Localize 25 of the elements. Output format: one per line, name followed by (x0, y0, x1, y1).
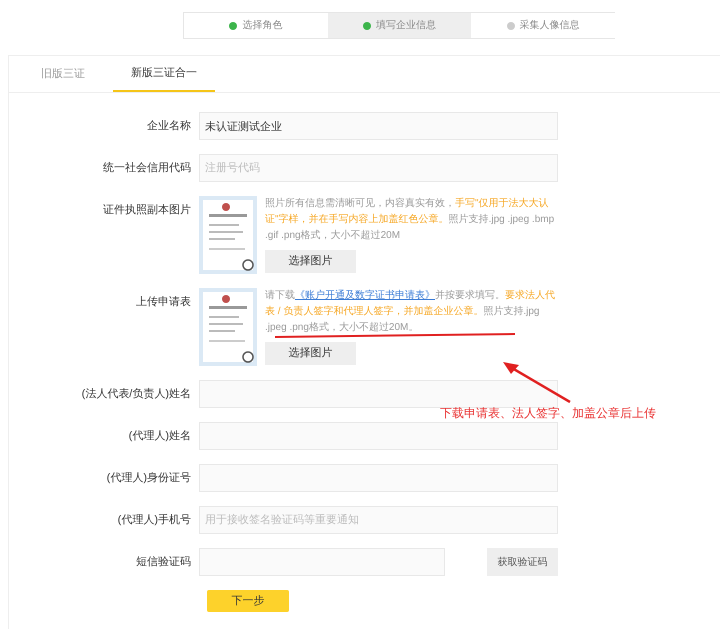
step: 采集人像信息 (471, 12, 616, 39)
step: 填写企业信息 (328, 12, 472, 39)
upload-hint: 照片所有信息需清晰可见，内容真实有效，手写"仅用于法大大认证"字样，并在手写内容上加盖红色公章。照片支持.jpg .jpeg .bmp .gif .png格式，大小不超过20M (265, 196, 556, 243)
template-link[interactable]: 《账户开通及数字证书申请表》 (295, 290, 435, 301)
get-code-button[interactable]: 获取验证码 (487, 548, 558, 576)
tab[interactable]: 新版三证合一 (113, 56, 215, 92)
annotation-text: 下载申请表、法人签字、加盖公章后上传 (440, 405, 656, 422)
field-label: (代理人)姓名 (128, 429, 192, 444)
step: 选择角色 (183, 12, 328, 39)
field-label: (法人代表/负责人)姓名 (80, 386, 192, 402)
field-label: 短信验证码 (135, 555, 192, 570)
input-field[interactable]: 用于接收签名验证码等重要通知 (199, 506, 558, 534)
input-field[interactable] (199, 380, 558, 408)
field-label: 证件执照副本图片 (102, 203, 192, 218)
field-label: 上传申请表 (135, 295, 192, 310)
input-field[interactable]: 未认证测试企业 (199, 112, 558, 140)
input-field[interactable]: 注册号代码 (199, 154, 558, 182)
field-label: 统一社会信用代码 (102, 160, 192, 176)
upload-hint: 请下载《账户开通及数字证书申请表》并按要求填写。要求法人代表 / 负责人签字和代理人签字，并加盖企业公章。照片支持.jpg .jpeg .png格式，大小不超过20M。 (265, 288, 556, 335)
next-button[interactable]: 下一步 (207, 590, 289, 612)
field-label: 企业名称 (146, 119, 192, 134)
field-label: (代理人)身份证号 (106, 471, 192, 486)
field-label: (代理人)手机号 (116, 513, 192, 528)
choose-image-button[interactable]: 选择图片 (265, 342, 356, 365)
choose-image-button[interactable]: 选择图片 (265, 250, 356, 273)
